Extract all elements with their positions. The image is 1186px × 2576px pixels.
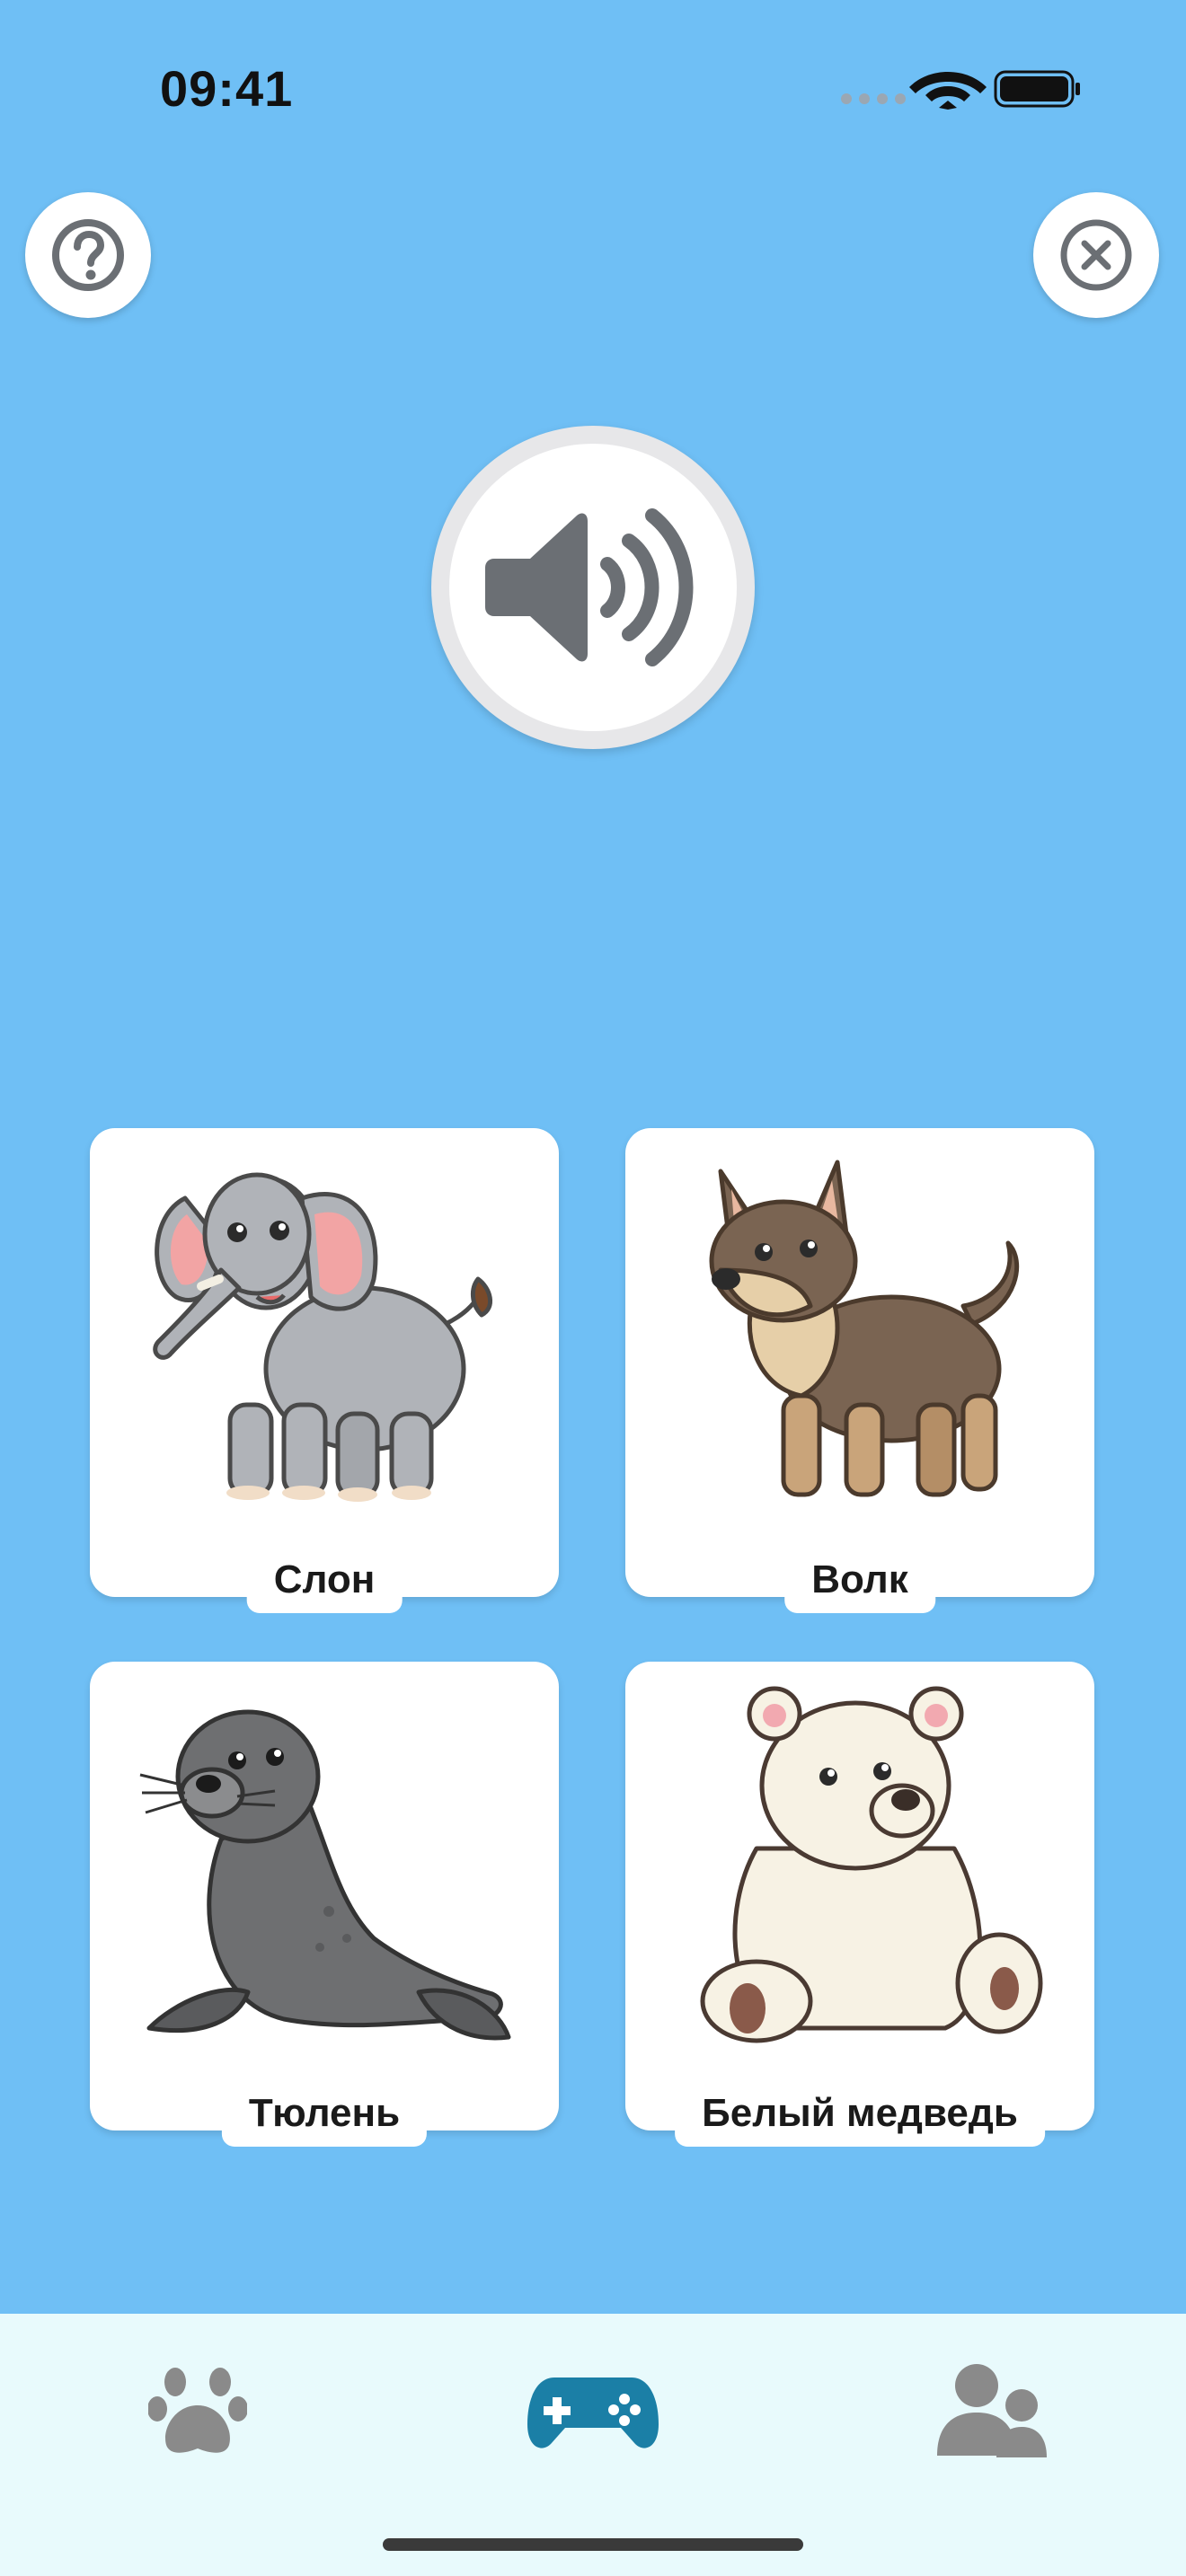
- tab-profile[interactable]: [920, 2353, 1064, 2470]
- answer-card-polar-bear[interactable]: Белый медведь: [625, 1662, 1094, 2147]
- speaker-icon: [485, 508, 694, 666]
- elephant-illustration: [153, 1172, 492, 1502]
- cellular-signal-icon: [841, 93, 906, 104]
- home-indicator: [383, 2538, 803, 2551]
- tab-games[interactable]: [521, 2353, 665, 2470]
- status-icons: [836, 65, 1087, 110]
- answer-card-label: Белый медведь: [675, 2082, 1045, 2147]
- answer-card-elephant[interactable]: Слон: [90, 1128, 559, 1613]
- answer-card-label: Слон: [246, 1548, 403, 1613]
- answer-card-label: Тюлень: [221, 2082, 428, 2147]
- gamepad-icon: [527, 2378, 659, 2448]
- wifi-icon: [909, 72, 987, 110]
- paw-icon: [148, 2368, 247, 2453]
- answer-card-label: Волк: [784, 1548, 935, 1613]
- close-circle-icon: [1060, 219, 1132, 291]
- polar-bear-illustration: [700, 1686, 1043, 2043]
- question-circle-icon: [52, 219, 124, 291]
- play-sound-button[interactable]: [431, 426, 755, 749]
- tab-animals[interactable]: [126, 2353, 270, 2470]
- answer-card-seal[interactable]: Тюлень: [90, 1662, 559, 2147]
- battery-icon: [994, 70, 1080, 108]
- close-button[interactable]: [1033, 192, 1159, 318]
- answer-card-wolf[interactable]: Волк: [625, 1128, 1094, 1613]
- play-sound-button-face: [449, 444, 737, 731]
- wolf-illustration: [709, 1160, 1020, 1497]
- status-time: 09:41: [160, 60, 294, 117]
- help-button[interactable]: [25, 192, 151, 318]
- users-icon: [937, 2364, 1047, 2457]
- seal-illustration: [139, 1709, 511, 2041]
